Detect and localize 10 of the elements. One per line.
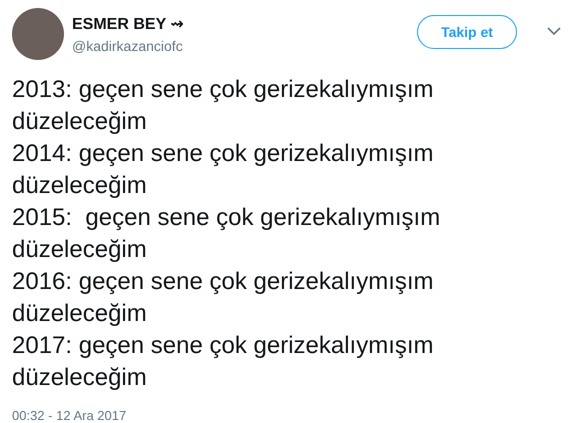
username: @kadirkazanciofc bbox=[72, 38, 184, 54]
tweet-text: 2016: geçen sene çok gerizekalıymışım düzeleceğim bbox=[12, 267, 435, 329]
display-name[interactable]: ESMER BEY ⇝ bbox=[72, 14, 409, 34]
avatar[interactable] bbox=[12, 8, 64, 60]
tweet-text: 2015: geçen sene çok gerizekalıymışım düzeleceğim bbox=[12, 203, 442, 265]
timestamp: 00:32 - 12 Ara 2017 bbox=[12, 408, 128, 423]
tweet-text: 2017: geçen sene çok gerizekalıymışım düzeleceğim bbox=[12, 331, 435, 393]
chevron-down-icon[interactable] bbox=[547, 27, 561, 35]
tweet-text: 2014: geçen sene çok gerizekalıymışım düzeleceğim bbox=[12, 139, 435, 201]
tweet-text: 2013: geçen sene çok gerizekalıymışım düzeleceğim bbox=[12, 75, 435, 137]
